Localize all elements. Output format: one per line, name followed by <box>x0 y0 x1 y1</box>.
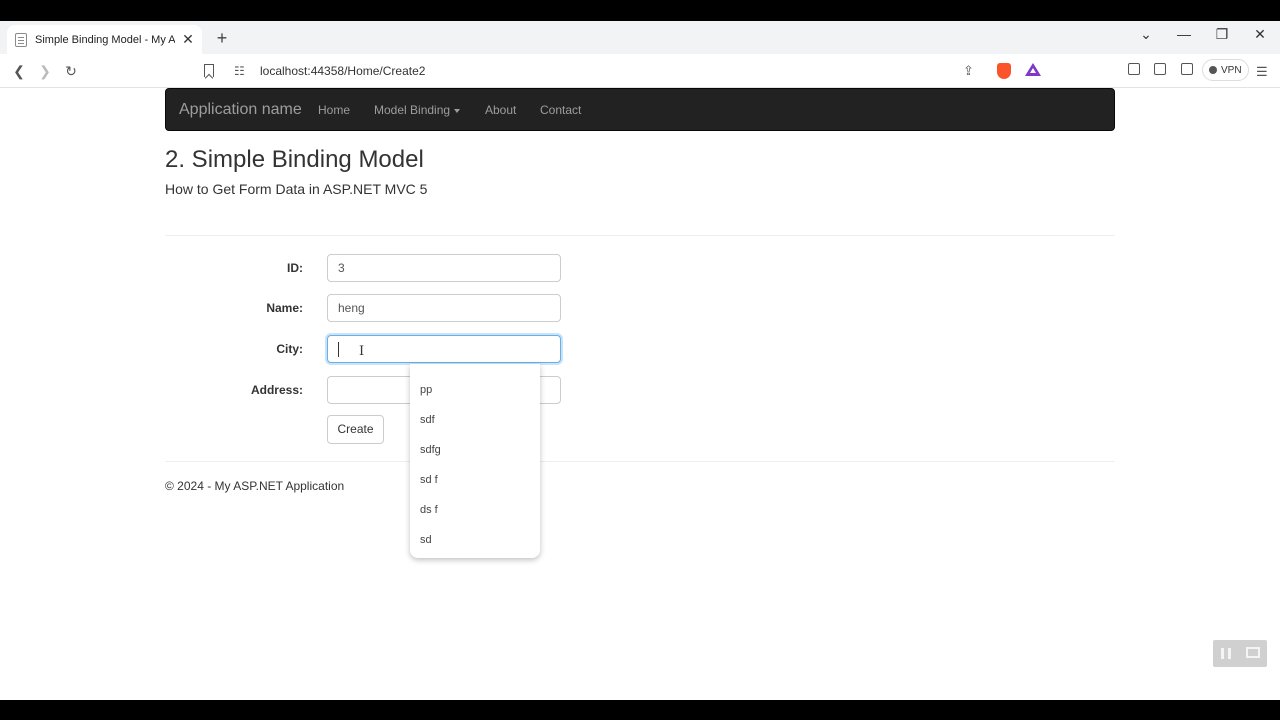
footer-divider <box>165 461 1115 462</box>
reload-button[interactable]: ↻ <box>62 62 80 80</box>
minimize-button[interactable]: — <box>1174 26 1194 42</box>
footer-text: © 2024 - My ASP.NET Application <box>165 479 345 493</box>
page-title: 2. Simple Binding Model <box>165 146 424 173</box>
autocomplete-item[interactable]: sd <box>420 534 432 546</box>
vpn-status-icon <box>1209 66 1217 74</box>
forward-button[interactable]: ❯ <box>36 62 54 80</box>
address-label: Address: <box>250 383 303 397</box>
address-toolbar: ❮ ❯ ↻ ☷ localhost:44358/Home/Create2 ⇪ V… <box>0 54 1280 88</box>
text-cursor <box>338 342 339 357</box>
vpn-label: VPN <box>1221 64 1242 76</box>
site-navbar: Application name Home Model Binding Abou… <box>165 88 1115 131</box>
autocomplete-item[interactable]: pp <box>420 384 432 396</box>
brave-rewards-icon[interactable] <box>1025 63 1041 76</box>
web-page: Application name Home Model Binding Abou… <box>0 88 1280 700</box>
screen: Simple Binding Model - My ASP ✕ + ⌄ — ❐ … <box>0 0 1280 720</box>
tab-strip: Simple Binding Model - My ASP ✕ + ⌄ — ❐ … <box>0 21 1280 54</box>
vpn-button[interactable]: VPN <box>1202 59 1249 81</box>
autocomplete-item[interactable]: ds f <box>420 504 438 516</box>
page-favicon-icon <box>15 32 27 47</box>
restore-button[interactable]: ❐ <box>1212 26 1232 42</box>
id-input[interactable]: 3 <box>327 254 561 282</box>
autocomplete-dropdown: pp sdf sdfg sd f ds f sd <box>410 364 540 558</box>
nav-link-model-binding-label: Model Binding <box>374 103 451 117</box>
close-window-button[interactable]: ✕ <box>1250 26 1270 42</box>
city-input[interactable]: I <box>327 335 561 363</box>
nav-link-about[interactable]: About <box>485 103 516 117</box>
id-label: ID: <box>287 261 303 275</box>
menu-icon[interactable]: ☰ <box>1256 64 1268 80</box>
nav-link-model-binding[interactable]: Model Binding <box>374 103 461 117</box>
screen-share-icon[interactable] <box>1246 647 1260 658</box>
nav-link-contact[interactable]: Contact <box>540 103 581 117</box>
tab-search-chevron-icon[interactable]: ⌄ <box>1136 26 1156 42</box>
brave-shields-icon[interactable] <box>997 63 1011 79</box>
autocomplete-item[interactable]: sd f <box>420 474 438 486</box>
pause-icon[interactable] <box>1221 648 1231 659</box>
navbar-brand[interactable]: Application name <box>179 101 302 119</box>
new-tab-button[interactable]: + <box>213 27 231 49</box>
site-settings-icon[interactable]: ☷ <box>234 64 245 78</box>
page-subtitle: How to Get Form Data in ASP.NET MVC 5 <box>165 181 428 197</box>
back-button[interactable]: ❮ <box>10 62 28 80</box>
sidebar-icon[interactable] <box>1154 63 1166 75</box>
dropdown-caret-icon <box>454 108 461 113</box>
name-label: Name: <box>266 301 303 315</box>
divider <box>165 235 1115 236</box>
wallet-icon[interactable] <box>1181 63 1193 75</box>
extensions-icon[interactable] <box>1128 63 1140 75</box>
tab-title: Simple Binding Model - My ASP <box>35 33 175 46</box>
tab-close-icon[interactable]: ✕ <box>180 30 196 48</box>
autocomplete-item[interactable]: sdf <box>420 414 435 426</box>
nav-link-home[interactable]: Home <box>318 103 350 117</box>
create-button[interactable]: Create <box>327 415 384 444</box>
mouse-ibeam-cursor-icon: I <box>359 344 365 359</box>
city-label: City: <box>276 342 303 356</box>
tab-active[interactable]: Simple Binding Model - My ASP ✕ <box>7 25 202 54</box>
browser-window: Simple Binding Model - My ASP ✕ + ⌄ — ❐ … <box>0 21 1280 700</box>
name-input[interactable]: heng <box>327 294 561 322</box>
share-icon[interactable]: ⇪ <box>963 63 974 79</box>
bookmark-icon[interactable] <box>204 64 214 77</box>
autocomplete-item[interactable]: sdfg <box>420 444 441 456</box>
address-bar[interactable]: localhost:44358/Home/Create2 <box>260 64 425 78</box>
